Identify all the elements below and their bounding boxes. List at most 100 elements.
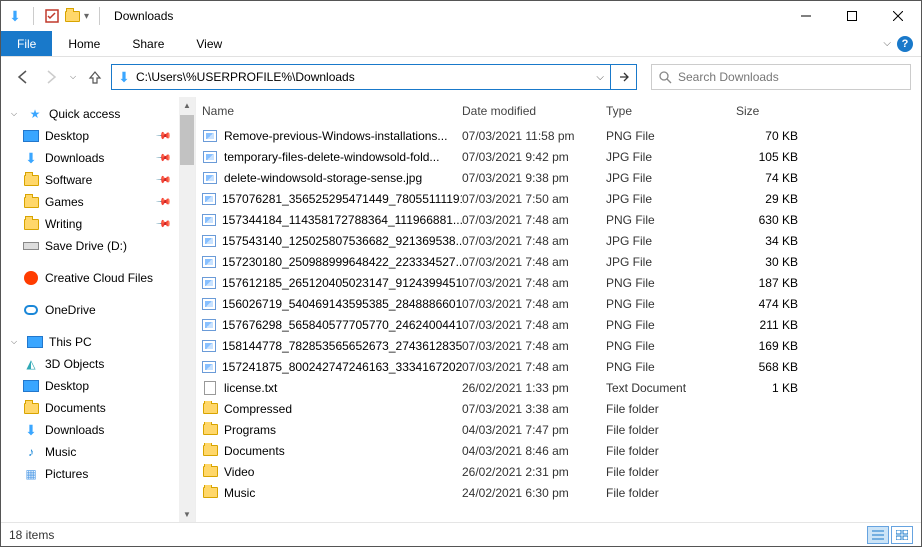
file-type: File folder — [606, 444, 726, 458]
sidebar-item[interactable]: Writing📌 — [1, 213, 179, 235]
minimize-button[interactable] — [783, 1, 829, 31]
sidebar-creative-cloud[interactable]: Creative Cloud Files — [1, 267, 179, 289]
up-button[interactable] — [83, 65, 107, 89]
sidebar-item[interactable]: Desktop📌 — [1, 125, 179, 147]
file-date: 07/03/2021 3:38 am — [462, 402, 606, 416]
file-row[interactable]: 157344184_114358172788364_111966881...07… — [196, 209, 921, 230]
tab-share[interactable]: Share — [116, 31, 180, 56]
sidebar-item[interactable]: Save Drive (D:) — [1, 235, 179, 257]
file-date: 07/03/2021 7:48 am — [462, 213, 606, 227]
qat-folder-icon[interactable] — [64, 8, 80, 24]
file-row[interactable]: Remove-previous-Windows-installations...… — [196, 125, 921, 146]
scroll-down-icon[interactable]: ▼ — [179, 506, 195, 522]
file-row[interactable]: 157241875_800242747246163_3334167202...0… — [196, 356, 921, 377]
back-button[interactable] — [11, 65, 35, 89]
file-icon — [202, 317, 216, 333]
sidebar-quick-access[interactable]: ⌵ ★ Quick access — [1, 103, 179, 125]
sidebar-item[interactable]: ♪Music — [1, 441, 179, 463]
address-bar[interactable]: ⬇ C:\Users\%USERPROFILE%\Downloads ⌵ — [111, 64, 637, 90]
sidebar-item[interactable]: ⬇Downloads — [1, 419, 179, 441]
sidebar-item-label: Writing — [45, 217, 82, 231]
file-date: 07/03/2021 9:42 pm — [462, 150, 606, 164]
sidebar-this-pc[interactable]: ⌵ This PC — [1, 331, 179, 353]
file-type: File folder — [606, 465, 726, 479]
file-date: 07/03/2021 7:48 am — [462, 297, 606, 311]
file-row[interactable]: 156026719_540469143595385_2848886601...0… — [196, 293, 921, 314]
col-type[interactable]: Type — [606, 104, 726, 118]
close-button[interactable] — [875, 1, 921, 31]
file-size: 474 KB — [726, 297, 816, 311]
scroll-up-icon[interactable]: ▲ — [179, 97, 195, 113]
star-icon: ★ — [27, 106, 43, 122]
file-name: Remove-previous-Windows-installations... — [224, 129, 447, 143]
file-icon — [202, 422, 218, 438]
file-name: Compressed — [224, 402, 292, 416]
file-date: 07/03/2021 7:48 am — [462, 318, 606, 332]
thumbnails-view-button[interactable] — [891, 526, 913, 544]
file-row[interactable]: 158144778_782853565652673_2743612835...0… — [196, 335, 921, 356]
address-icon: ⬇ — [116, 69, 132, 85]
file-name: Video — [224, 465, 254, 479]
sidebar-item[interactable]: Desktop — [1, 375, 179, 397]
file-row[interactable]: Programs04/03/2021 7:47 pmFile folder — [196, 419, 921, 440]
file-row[interactable]: Compressed07/03/2021 3:38 amFile folder — [196, 398, 921, 419]
file-icon — [202, 128, 218, 144]
file-row[interactable]: Documents04/03/2021 8:46 amFile folder — [196, 440, 921, 461]
scroll-thumb[interactable] — [180, 115, 194, 165]
file-icon — [202, 191, 216, 207]
file-row[interactable]: Music24/02/2021 6:30 pmFile folder — [196, 482, 921, 503]
file-type: JPG File — [606, 192, 726, 206]
file-type: JPG File — [606, 255, 726, 269]
file-icon — [202, 443, 218, 459]
file-row[interactable]: temporary-files-delete-windowsold-fold..… — [196, 146, 921, 167]
file-size: 630 KB — [726, 213, 816, 227]
file-row[interactable]: 157612185_265120405023147_9124399451...0… — [196, 272, 921, 293]
sidebar-item[interactable]: Documents — [1, 397, 179, 419]
address-dropdown-icon[interactable]: ⌵ — [590, 72, 610, 83]
app-icon: ⬇ — [7, 8, 23, 24]
help-icon[interactable]: ? — [897, 36, 913, 52]
pin-icon: 📌 — [154, 150, 171, 167]
recent-dropdown-icon[interactable]: ⌵ — [67, 65, 79, 89]
file-row[interactable]: Video26/02/2021 2:31 pmFile folder — [196, 461, 921, 482]
file-row[interactable]: license.txt26/02/2021 1:33 pmText Docume… — [196, 377, 921, 398]
file-icon — [202, 380, 218, 396]
file-row[interactable]: delete-windowsold-storage-sense.jpg07/03… — [196, 167, 921, 188]
sidebar-item[interactable]: Software📌 — [1, 169, 179, 191]
go-button[interactable] — [610, 65, 636, 89]
tab-view[interactable]: View — [180, 31, 238, 56]
file-row[interactable]: 157676298_565840577705770_2462400441...0… — [196, 314, 921, 335]
chevron-down-icon: ⌵ — [11, 337, 19, 347]
search-box[interactable]: Search Downloads — [651, 64, 911, 90]
file-row[interactable]: 157230180_250988999648422_223334527...07… — [196, 251, 921, 272]
sidebar-onedrive[interactable]: OneDrive — [1, 299, 179, 321]
file-date: 07/03/2021 11:58 pm — [462, 129, 606, 143]
file-name: 156026719_540469143595385_2848886601... — [222, 297, 462, 311]
file-name: 157543140_125025807536682_921369538... — [222, 234, 462, 248]
file-row[interactable]: 157543140_125025807536682_921369538...07… — [196, 230, 921, 251]
details-view-button[interactable] — [867, 526, 889, 544]
forward-button[interactable] — [39, 65, 63, 89]
sidebar-scrollbar[interactable]: ▲ ▼ — [179, 97, 195, 522]
file-row[interactable]: 157076281_356525295471449_78055111191...… — [196, 188, 921, 209]
sidebar-item[interactable]: ▦Pictures — [1, 463, 179, 485]
pin-icon: 📌 — [154, 128, 171, 145]
maximize-button[interactable] — [829, 1, 875, 31]
col-size[interactable]: Size — [726, 104, 816, 118]
ribbon-expand-icon[interactable]: ⌵ — [883, 38, 891, 49]
col-date[interactable]: Date modified — [462, 104, 606, 118]
tab-home[interactable]: Home — [52, 31, 116, 56]
file-date: 04/03/2021 8:46 am — [462, 444, 606, 458]
sidebar-item[interactable]: Games📌 — [1, 191, 179, 213]
file-date: 07/03/2021 9:38 pm — [462, 171, 606, 185]
file-size: 211 KB — [726, 318, 816, 332]
qat-properties-icon[interactable] — [44, 8, 60, 24]
sidebar-item[interactable]: ⬇Downloads📌 — [1, 147, 179, 169]
file-size: 74 KB — [726, 171, 816, 185]
col-name[interactable]: Name — [202, 104, 462, 118]
sidebar-item[interactable]: ◭3D Objects — [1, 353, 179, 375]
address-path[interactable]: C:\Users\%USERPROFILE%\Downloads — [132, 70, 590, 84]
file-date: 07/03/2021 7:48 am — [462, 339, 606, 353]
file-menu[interactable]: File — [1, 31, 52, 56]
pc-icon — [27, 334, 43, 350]
